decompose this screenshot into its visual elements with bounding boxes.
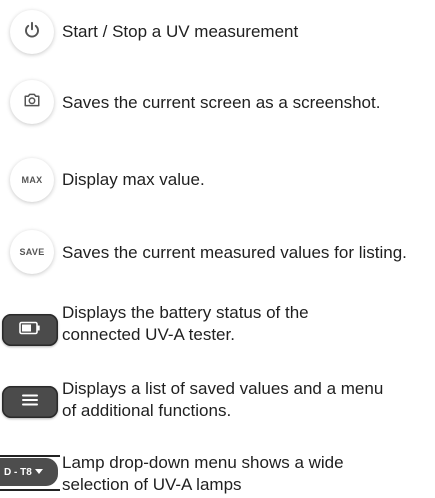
max-button[interactable]: MAX (10, 158, 54, 202)
power-button[interactable] (10, 10, 54, 54)
lamp-description-line-1: Lamp drop-down menu shows a wide (62, 453, 344, 472)
lamp-dropdown[interactable]: D - T8 (0, 458, 58, 486)
power-description: Start / Stop a UV measurement (62, 22, 299, 41)
battery-description-line-1: Displays the battery status of the (62, 303, 309, 322)
menu-description-line-1: Displays a list of saved values and a me… (62, 379, 384, 398)
lamp-dropdown-border-bottom (0, 489, 60, 491)
menu-description: Displays a list of saved values and a me… (62, 378, 383, 422)
camera-icon (23, 92, 41, 113)
battery-description-line-2: connected UV-A tester. (62, 325, 235, 344)
battery-description: Displays the battery status of the conne… (62, 302, 309, 346)
save-button[interactable]: SAVE (10, 230, 54, 274)
power-icon (23, 21, 41, 44)
battery-icon (19, 321, 41, 340)
menu-description-line-2: of additional functions. (62, 401, 232, 420)
screenshot-button[interactable] (10, 80, 54, 124)
lamp-dropdown-border-top (0, 455, 60, 457)
battery-button[interactable] (2, 314, 58, 346)
max-text-icon: MAX (21, 175, 43, 185)
lamp-dropdown-label: D - T8 (4, 466, 32, 478)
menu-icon (22, 393, 38, 411)
menu-button[interactable] (2, 386, 58, 418)
chevron-down-icon (34, 467, 43, 478)
lamp-description: Lamp drop-down menu shows a wide selecti… (62, 452, 344, 496)
max-description: Display max value. (62, 170, 205, 189)
lamp-description-line-2: selection of UV-A lamps (62, 475, 242, 494)
save-text-icon: SAVE (19, 247, 45, 257)
save-description: Saves the current measured values for li… (62, 243, 407, 262)
screenshot-description: Saves the current screen as a screenshot… (62, 93, 381, 112)
